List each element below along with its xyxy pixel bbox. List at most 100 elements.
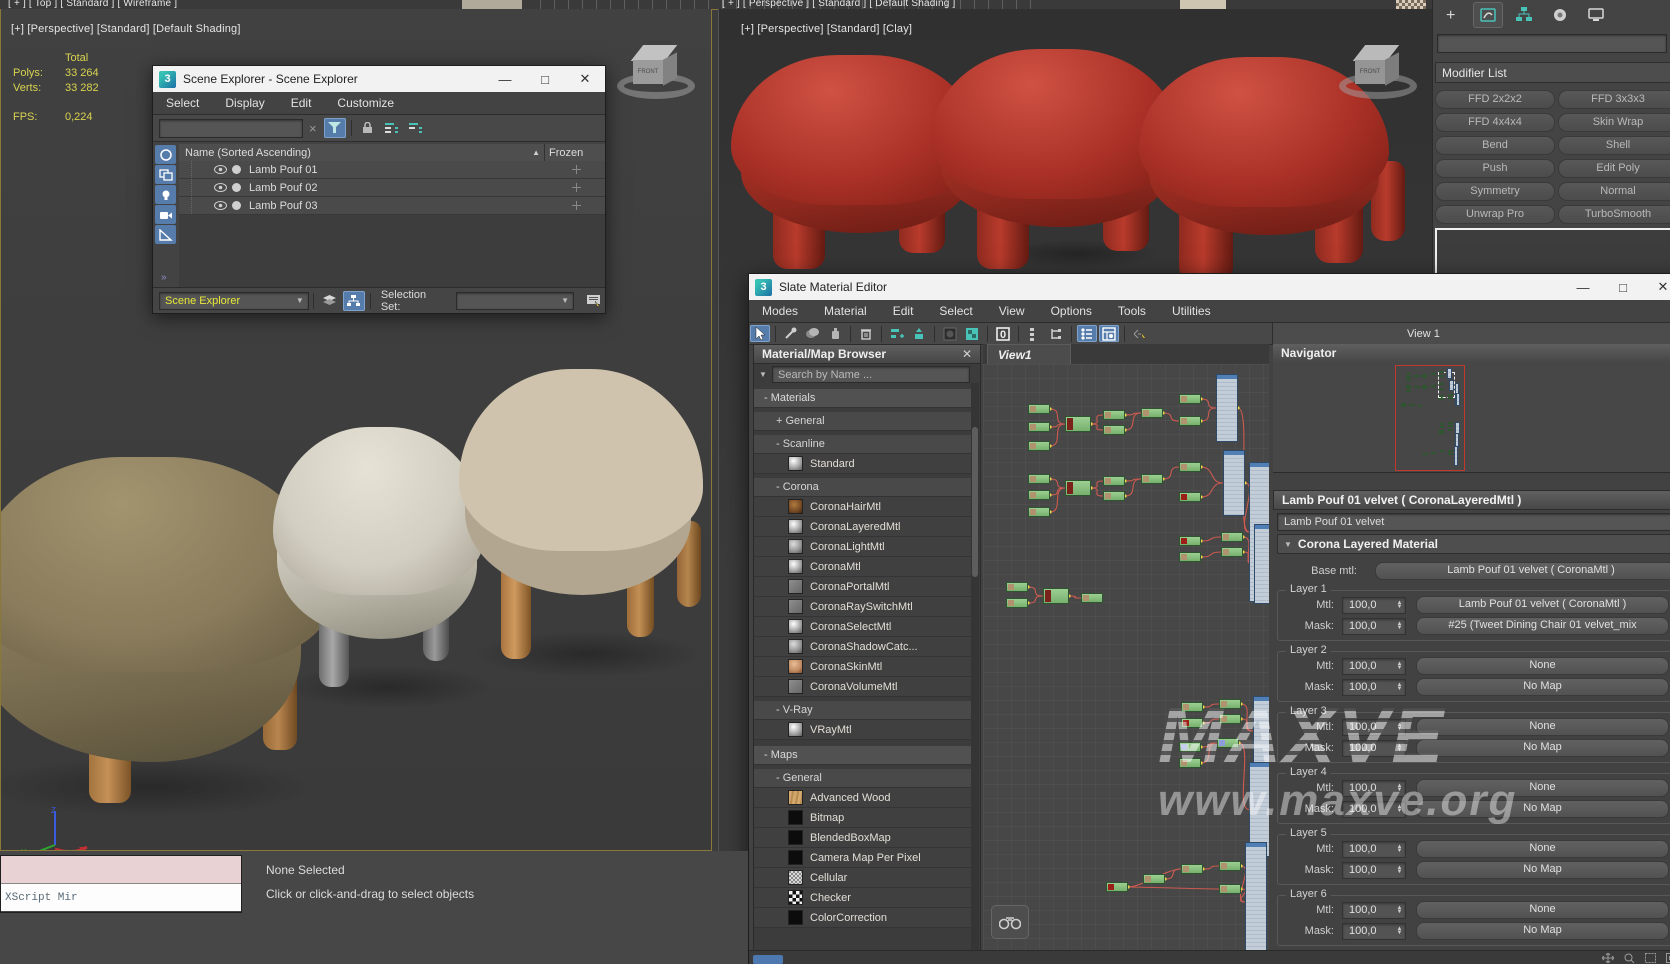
browser-item[interactable]: CoronaMtl bbox=[754, 557, 971, 577]
browser-item[interactable]: Cellular bbox=[754, 868, 971, 888]
zoom-extents-icon[interactable] bbox=[1666, 953, 1670, 963]
amount-spinner[interactable]: 100,0▲▼ bbox=[1342, 679, 1406, 696]
map-node[interactable] bbox=[1065, 416, 1091, 432]
map-node[interactable] bbox=[1418, 405, 1423, 407]
filter-icon[interactable] bbox=[324, 118, 346, 138]
material-node[interactable] bbox=[1454, 446, 1459, 466]
amount-spinner[interactable]: 100,0▲▼ bbox=[1342, 862, 1406, 879]
layers-icon[interactable] bbox=[319, 291, 341, 311]
display-shapes-icon[interactable] bbox=[155, 165, 176, 184]
browser-item[interactable]: BlendedBoxMap bbox=[754, 828, 971, 848]
zoom-icon[interactable] bbox=[1624, 953, 1635, 964]
maximize-icon[interactable]: □ bbox=[1603, 280, 1643, 295]
map-slot-button[interactable]: #25 (Tweet Dining Chair 01 velvet_mix bbox=[1416, 617, 1669, 635]
map-node[interactable] bbox=[1221, 547, 1243, 557]
pouf-checkered[interactable] bbox=[459, 369, 709, 679]
material-node[interactable] bbox=[1449, 380, 1454, 391]
amount-spinner[interactable]: 100,0▲▼ bbox=[1342, 618, 1406, 635]
map-node[interactable] bbox=[1006, 598, 1028, 608]
amount-spinner[interactable]: 100,0▲▼ bbox=[1342, 902, 1406, 919]
map-node[interactable] bbox=[1179, 536, 1201, 546]
map-node[interactable] bbox=[1440, 426, 1445, 428]
table-row[interactable]: Lamb Pouf 01 bbox=[179, 161, 605, 179]
table-row[interactable]: Lamb Pouf 02 bbox=[179, 179, 605, 197]
map-node[interactable] bbox=[1219, 714, 1241, 724]
map-slot-button[interactable]: No Map bbox=[1416, 861, 1669, 879]
amount-spinner[interactable]: 100,0▲▼ bbox=[1342, 923, 1406, 940]
browser-subgroup[interactable]: + General bbox=[754, 412, 971, 431]
hierarchy-icon[interactable] bbox=[343, 291, 365, 311]
menu-view[interactable]: View bbox=[986, 304, 1038, 318]
browser-item[interactable]: CoronaLayeredMtl bbox=[754, 517, 971, 537]
object-name[interactable]: Lamb Pouf 01 bbox=[249, 164, 318, 176]
menu-edit[interactable]: Edit bbox=[278, 96, 325, 110]
map-node[interactable] bbox=[1439, 375, 1444, 377]
material-node[interactable] bbox=[1245, 842, 1267, 951]
material-list-icon[interactable] bbox=[1077, 325, 1097, 342]
display-objects-icon[interactable] bbox=[155, 145, 176, 164]
show-maps-in-viewport-icon[interactable] bbox=[962, 325, 982, 342]
minimize-icon[interactable]: — bbox=[1563, 280, 1603, 295]
corona-layered-material-rollout[interactable]: ▼ Corona Layered Material bbox=[1277, 534, 1670, 554]
map-node[interactable] bbox=[1179, 462, 1201, 472]
map-slot-button[interactable]: None bbox=[1416, 779, 1669, 797]
map-node[interactable] bbox=[1439, 430, 1444, 432]
map-node[interactable] bbox=[1219, 699, 1241, 709]
slate-titlebar[interactable]: 3 Slate Material Editor — □ ✕ bbox=[749, 274, 1670, 300]
object-name[interactable]: Lamb Pouf 03 bbox=[249, 200, 318, 212]
map-slot-button[interactable]: No Map bbox=[1416, 800, 1669, 818]
map-slot-button[interactable]: None bbox=[1416, 901, 1669, 919]
layout-branch-icon[interactable] bbox=[1046, 325, 1066, 342]
delete-selected-icon[interactable] bbox=[856, 325, 876, 342]
frozen-toggle-icon[interactable] bbox=[572, 201, 581, 210]
edit-named-selections-icon[interactable] bbox=[582, 291, 604, 311]
map-node[interactable] bbox=[1431, 373, 1436, 375]
map-node[interactable] bbox=[1179, 394, 1201, 404]
map-node[interactable] bbox=[1414, 386, 1420, 389]
modifier-button[interactable]: Unwrap Pro bbox=[1435, 205, 1555, 224]
browser-item[interactable]: Bitmap bbox=[754, 808, 971, 828]
object-name[interactable]: Lamb Pouf 02 bbox=[249, 182, 318, 194]
map-node[interactable] bbox=[1103, 410, 1125, 420]
parameter-grid-icon[interactable] bbox=[1099, 325, 1119, 342]
minimize-icon[interactable]: — bbox=[485, 72, 525, 87]
material-node[interactable] bbox=[1216, 374, 1238, 442]
chevron-down-icon[interactable]: ▼ bbox=[296, 296, 308, 305]
modifier-button[interactable]: FFD 2x2x2 bbox=[1435, 90, 1555, 109]
amount-spinner[interactable]: 100,0▲▼ bbox=[1342, 801, 1406, 818]
map-node[interactable] bbox=[1448, 397, 1453, 399]
listener-macro-row[interactable] bbox=[1, 856, 241, 884]
map-node[interactable] bbox=[1423, 453, 1428, 455]
maxscript-mini-listener[interactable]: XScript Mir bbox=[0, 855, 242, 913]
browser-item[interactable]: CoronaSelectMtl bbox=[754, 617, 971, 637]
display-helpers-icon[interactable] bbox=[155, 225, 176, 244]
map-node[interactable] bbox=[1439, 432, 1444, 434]
browser-scrollbar[interactable] bbox=[971, 383, 979, 950]
map-node[interactable] bbox=[1406, 387, 1411, 389]
map-node[interactable] bbox=[1028, 404, 1050, 414]
map-node[interactable] bbox=[1028, 422, 1050, 432]
browser-search-input[interactable]: Search by Name ... bbox=[773, 369, 872, 381]
eye-icon[interactable] bbox=[214, 201, 227, 210]
render-dot-icon[interactable] bbox=[232, 201, 241, 210]
pouf-cream[interactable] bbox=[273, 427, 488, 717]
modifier-list-dropdown[interactable]: Modifier List bbox=[1435, 62, 1670, 83]
tab-display-icon[interactable] bbox=[1581, 2, 1611, 28]
map-node[interactable] bbox=[1219, 884, 1241, 894]
close-icon[interactable]: ✕ bbox=[565, 71, 605, 87]
listener-script-row[interactable]: XScript Mir bbox=[1, 884, 241, 911]
material-node[interactable] bbox=[1455, 422, 1460, 434]
tab-hierarchy-icon[interactable] bbox=[1509, 2, 1539, 28]
map-node[interactable] bbox=[1179, 552, 1201, 562]
selection-set-dropdown[interactable]: ▼ bbox=[456, 292, 574, 310]
modifier-button[interactable]: Skin Wrap bbox=[1558, 113, 1670, 132]
map-node[interactable] bbox=[1181, 718, 1203, 728]
search-input[interactable] bbox=[159, 119, 303, 138]
column-headers[interactable]: Name (Sorted Ascending) ▲ Frozen bbox=[179, 144, 605, 162]
render-dot-icon[interactable] bbox=[232, 183, 241, 192]
viewcube[interactable]: FRONT bbox=[1333, 39, 1423, 109]
map-node[interactable] bbox=[1448, 453, 1453, 455]
map-slot-button[interactable]: No Map bbox=[1416, 922, 1669, 940]
map-node[interactable] bbox=[1103, 476, 1125, 486]
map-node[interactable] bbox=[1179, 492, 1201, 502]
